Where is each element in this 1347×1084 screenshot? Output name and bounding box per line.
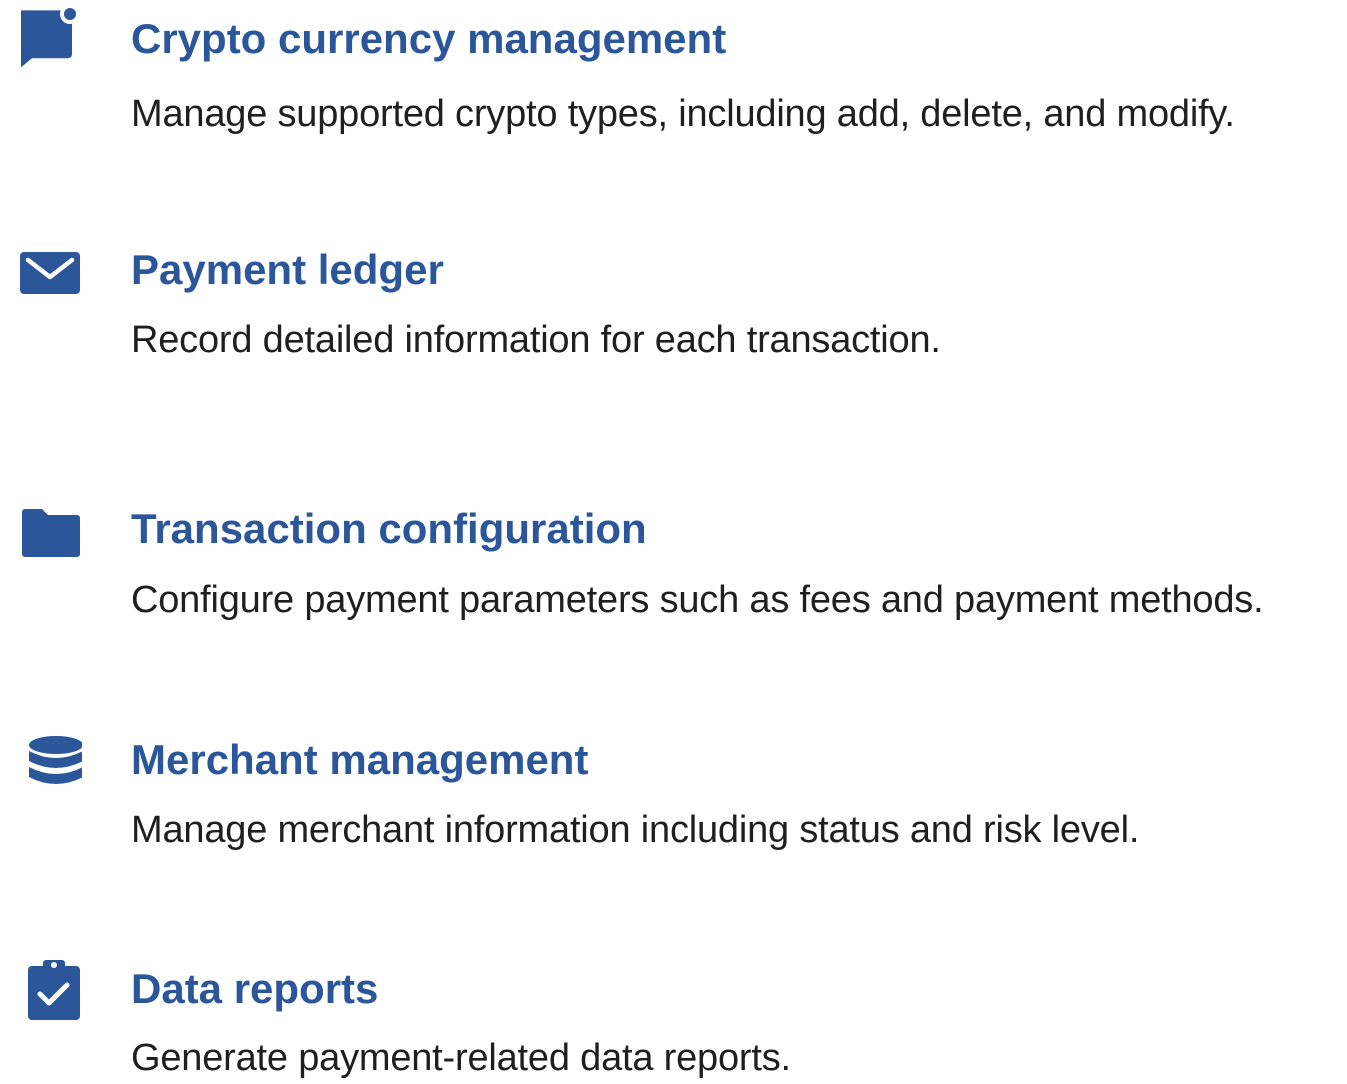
feature-description: Manage merchant information including st… [131, 809, 1140, 851]
feature-description: Record detailed information for each tra… [131, 319, 941, 361]
clipboard-check-icon [18, 958, 82, 1022]
chat-bubble-icon [18, 4, 82, 68]
feature-title: Data reports [131, 965, 379, 1012]
database-icon [18, 731, 82, 795]
feature-title: Merchant management [131, 736, 589, 783]
folder-icon [18, 500, 82, 564]
feature-description: Manage supported crypto types, including… [131, 93, 1235, 135]
feature-description: Configure payment parameters such as fee… [131, 579, 1264, 621]
feature-title: Payment ledger [131, 246, 444, 293]
feature-list: Crypto currency management Manage suppor… [0, 0, 1347, 1084]
envelope-icon [18, 240, 82, 304]
feature-title: Crypto currency management [131, 15, 727, 62]
feature-description: Generate payment-related data reports. [131, 1037, 791, 1079]
feature-title: Transaction configuration [131, 505, 647, 552]
